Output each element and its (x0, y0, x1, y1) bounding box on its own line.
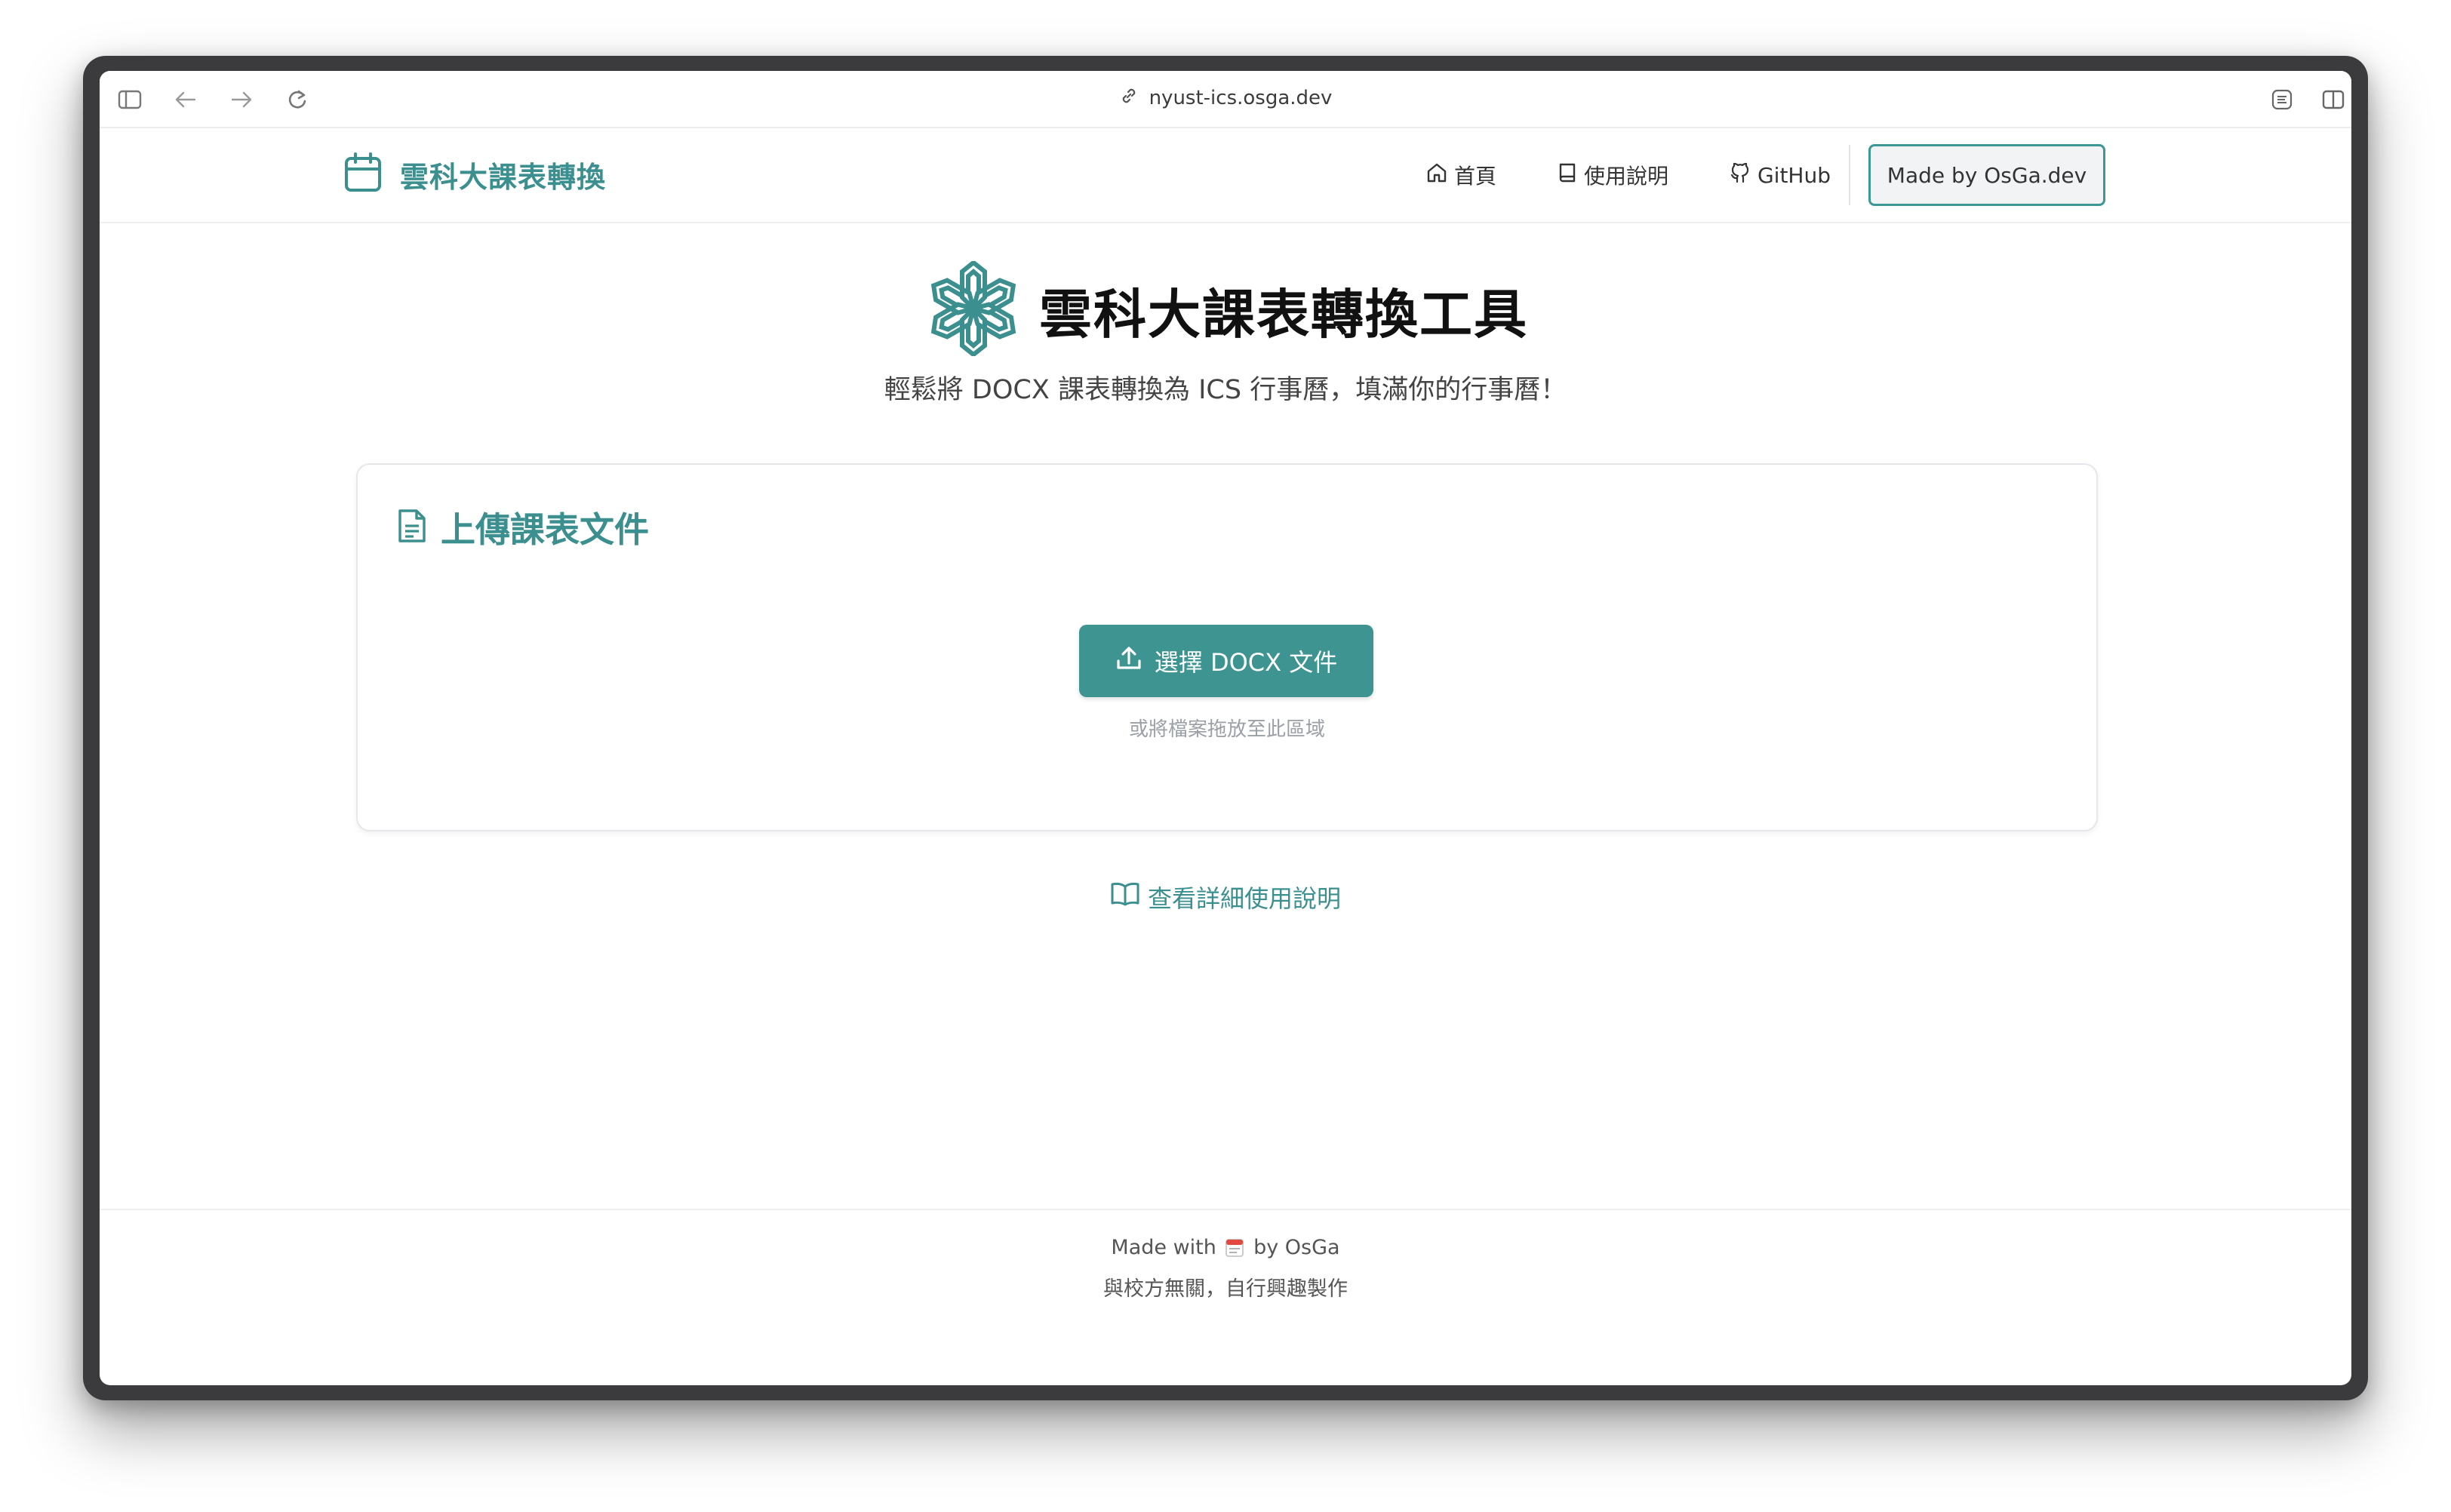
nav-divider (1849, 145, 1850, 205)
site-header: 雲科大課表轉換 首頁 使用說明 GitHub Made by OsGa.dev (100, 128, 2351, 223)
browser-window: nyust-ics.osga.dev 雲科大課表轉換 首頁 使用說明 GitHu… (83, 56, 2368, 1400)
open-book-icon (1110, 881, 1140, 913)
page-title: 雲科大課表轉換工具 (1039, 283, 1528, 346)
upload-card-header: 上傳課表文件 (397, 502, 649, 552)
upload-card-title: 上傳課表文件 (441, 509, 649, 550)
calendar-icon (344, 152, 382, 196)
document-icon (397, 508, 427, 547)
brand-link[interactable]: 雲科大課表轉換 (344, 152, 606, 196)
usage-guide-label: 查看詳細使用說明 (1147, 884, 1341, 913)
split-view-icon[interactable] (2318, 85, 2348, 115)
footer-made-with-suffix: by OsGa (1253, 1236, 1340, 1259)
link-icon (1119, 86, 1139, 111)
calendar-emoji-icon (1226, 1237, 1244, 1257)
nav-guide[interactable]: 使用說明 (1557, 160, 1668, 190)
usage-guide-link[interactable]: 查看詳細使用說明 (100, 880, 2351, 914)
browser-content: nyust-ics.osga.dev 雲科大課表轉換 首頁 使用說明 GitHu… (100, 71, 2351, 1385)
browser-toolbar: nyust-ics.osga.dev (100, 71, 2351, 128)
brand-title: 雲科大課表轉換 (400, 160, 607, 194)
book-icon (1557, 161, 1578, 189)
nav-github-label: GitHub (1757, 162, 1831, 188)
page-subtitle: 輕鬆將 DOCX 課表轉換為 ICS 行事曆，填滿你的行事曆！ (884, 375, 1567, 405)
snowflake-logo-icon (923, 260, 1024, 359)
hero: 雲科大課表轉換工具 (100, 260, 2351, 359)
footer-disclaimer: 與校方無關，自行興趣製作 (1103, 1277, 1348, 1301)
address-bar[interactable]: nyust-ics.osga.dev (100, 81, 2351, 115)
site-footer: Made with by OsGa 與校方無關，自行興趣製作 (100, 1209, 2351, 1385)
github-icon (1729, 161, 1751, 189)
select-docx-button[interactable]: 選擇 DOCX 文件 (1079, 625, 1373, 697)
nav-home[interactable]: 首頁 (1425, 160, 1496, 190)
main-nav: 首頁 使用說明 GitHub Made by OsGa.dev (1425, 143, 2351, 207)
footer-made-with: Made with by OsGa (100, 1236, 2351, 1259)
footer-made-with-prefix: Made with (1111, 1236, 1216, 1259)
nav-home-label: 首頁 (1453, 164, 1496, 189)
nav-guide-label: 使用說明 (1583, 164, 1668, 189)
nav-github[interactable]: GitHub (1729, 161, 1831, 189)
translate-icon[interactable] (2267, 85, 2297, 115)
made-by-button[interactable]: Made by OsGa.dev (1868, 144, 2105, 206)
home-icon (1425, 161, 1448, 189)
url-text: nyust-ics.osga.dev (1149, 87, 1333, 109)
upload-icon (1115, 644, 1142, 678)
drop-zone-hint: 或將檔案拖放至此區域 (1128, 718, 1325, 741)
upload-card[interactable]: 上傳課表文件 選擇 DOCX 文件 或將檔案拖放至此區域 (356, 463, 2098, 831)
select-docx-label: 選擇 DOCX 文件 (1154, 648, 1338, 677)
